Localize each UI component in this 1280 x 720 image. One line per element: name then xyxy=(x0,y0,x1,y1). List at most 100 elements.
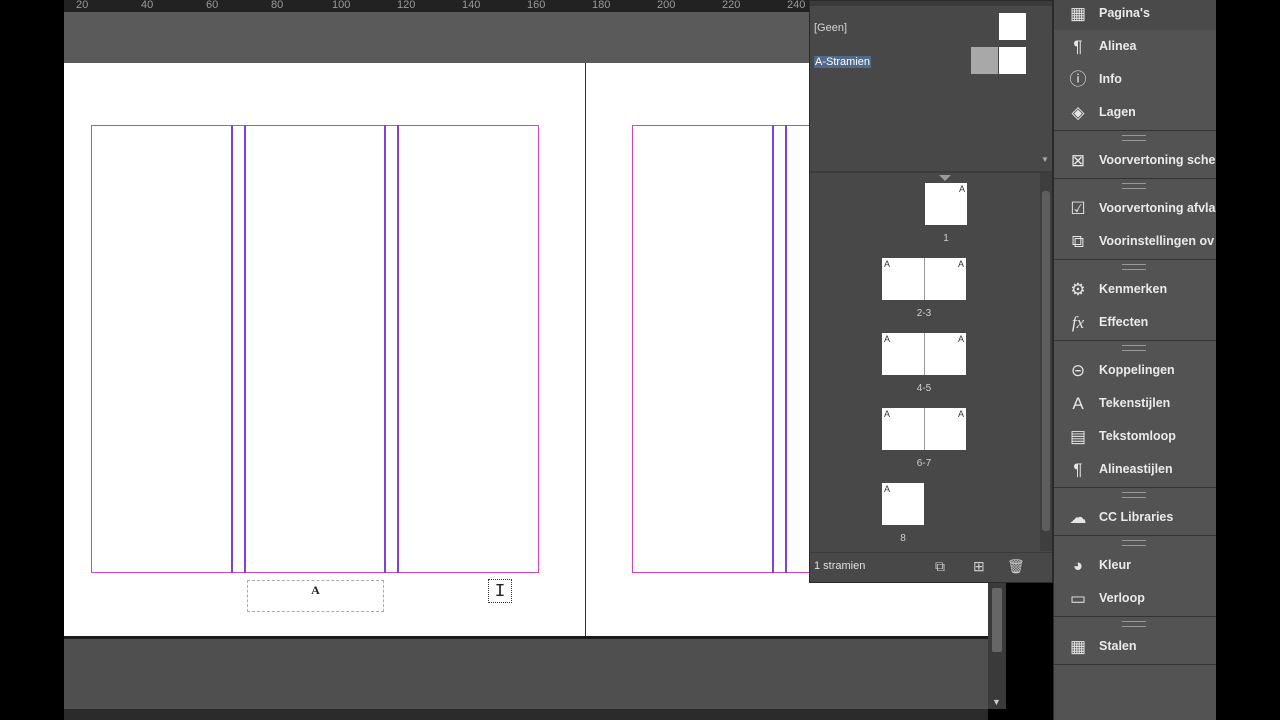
master-marker: A xyxy=(884,484,891,494)
dock-item-label: Verloop xyxy=(1099,591,1145,605)
text-wrap-icon: ▤ xyxy=(1069,427,1087,446)
scroll-down-icon[interactable]: ▼ xyxy=(992,697,1001,707)
page-number-frame[interactable]: A xyxy=(247,580,384,612)
master-marker: A xyxy=(884,409,891,419)
dock-item-character-styles[interactable]: A Tekenstijlen xyxy=(1054,388,1217,420)
dock-item-info[interactable]: ⓘ Info xyxy=(1054,64,1217,96)
dock-item-label: Effecten xyxy=(1099,315,1149,329)
dock-item-label: Info xyxy=(1099,72,1122,86)
page-thumbnail[interactable]: A xyxy=(925,183,967,225)
pages-scrollbar[interactable] xyxy=(1040,173,1052,551)
dock-group-grip[interactable] xyxy=(1054,180,1217,190)
masters-scroll-down-icon[interactable]: ▼ xyxy=(1041,155,1049,164)
new-page-icon[interactable]: ⊞ xyxy=(973,558,985,575)
page-label: 1 xyxy=(943,233,949,244)
dock-group-grip[interactable] xyxy=(1054,618,1217,628)
masters-count: 1 stramien xyxy=(814,560,866,572)
dock-item-label: Voorinstellingen ov xyxy=(1099,234,1215,248)
dock-item-paragraph-styles[interactable]: ¶ Alineastijlen xyxy=(1054,454,1217,486)
gradient-icon: ▭ xyxy=(1069,589,1087,608)
panel-dock: ▦ Pagina's ¶ Alinea ⓘ Info ◈ Lagen ⊠ Voo… xyxy=(1053,0,1217,720)
ruler-tick: 100 xyxy=(332,0,351,11)
color-icon: ◕ xyxy=(1072,556,1084,575)
page-label: 2-3 xyxy=(916,308,932,319)
dock-item-pages[interactable]: ▦ Pagina's xyxy=(1054,0,1217,30)
ruler-tick: 140 xyxy=(462,0,481,11)
dock-group-grip[interactable] xyxy=(1054,261,1217,271)
master-label: A-Stramien xyxy=(814,56,872,68)
master-marker: A xyxy=(958,184,965,194)
ruler-tick: 40 xyxy=(141,0,154,11)
spread-thumbnail[interactable]: A A xyxy=(882,258,966,300)
ruler-tick: 200 xyxy=(657,0,676,11)
edit-page-size-icon[interactable]: ⧉ xyxy=(935,558,945,575)
spread-thumbnail[interactable]: A A xyxy=(882,408,966,450)
dock-item-label: Tekenstijlen xyxy=(1099,396,1171,410)
dock-item-cc-libraries[interactable]: ☁ CC Libraries xyxy=(1054,502,1217,534)
master-item-none[interactable]: [Geen] xyxy=(810,13,1040,43)
master-thumbnail-left[interactable] xyxy=(971,47,998,74)
dock-group-grip[interactable] xyxy=(1054,489,1217,499)
dock-item-label: Voorvertoning afvla xyxy=(1099,201,1216,215)
delete-page-icon[interactable]: 🗑 xyxy=(1007,558,1025,575)
master-marker: A xyxy=(957,259,964,269)
ruler-tick: 20 xyxy=(76,0,89,11)
left-page-margin-guides xyxy=(91,125,539,573)
page-thumbnail[interactable]: A xyxy=(882,483,924,525)
master-thumbnail[interactable] xyxy=(999,13,1026,40)
master-label: [Geen] xyxy=(814,22,848,34)
links-icon: ⊝ xyxy=(1070,361,1086,380)
attributes-icon: ⚙ xyxy=(1070,280,1086,299)
dock-item-text-wrap[interactable]: ▤ Tekstomloop xyxy=(1054,421,1217,453)
pages-panel-footer: 1 stramien ⧉ ⊞ 🗑 xyxy=(810,552,1052,579)
dock-item-links[interactable]: ⊝ Koppelingen xyxy=(1054,355,1217,387)
dock-item-attributes[interactable]: ⚙ Kenmerken xyxy=(1054,274,1217,306)
effects-icon: fx xyxy=(1071,313,1085,332)
character-styles-icon: A xyxy=(1072,394,1084,413)
ruler-tick: 240 xyxy=(787,0,806,11)
scroll-thumb[interactable] xyxy=(1042,191,1050,531)
spread-thumbnail[interactable]: A A xyxy=(882,333,966,375)
dock-item-color[interactable]: ◕ Kleur xyxy=(1054,550,1217,582)
column-guide xyxy=(244,125,246,573)
spread-spine xyxy=(585,63,586,636)
column-guide xyxy=(231,125,233,573)
page-label: 4-5 xyxy=(916,383,932,394)
dock-item-effects[interactable]: fx Effecten xyxy=(1054,307,1217,339)
pages-panel: [Geen] A-Stramien ▼ A 1 A A 2-3 A A 4-5 … xyxy=(809,0,1053,583)
panel-divider[interactable] xyxy=(810,171,1052,173)
dock-item-swatches[interactable]: ▦ Stalen xyxy=(1054,631,1217,663)
paragraph-icon: ¶ xyxy=(1073,37,1083,56)
dock-item-separations-preview[interactable]: ⊠ Voorvertoning sche xyxy=(1054,145,1217,177)
dock-item-paragraph[interactable]: ¶ Alinea xyxy=(1054,31,1217,63)
dock-item-label: Lagen xyxy=(1099,105,1136,119)
dock-item-gradient[interactable]: ▭ Verloop xyxy=(1054,583,1217,615)
master-marker: A xyxy=(957,409,964,419)
master-marker: A xyxy=(957,334,964,344)
column-guide xyxy=(785,125,787,573)
dock-item-label: Stalen xyxy=(1099,639,1137,653)
panel-tab-strip[interactable] xyxy=(810,1,1052,6)
dock-item-label: Voorvertoning sche xyxy=(1099,153,1216,167)
dock-group-grip[interactable] xyxy=(1054,132,1217,142)
column-guide xyxy=(772,125,774,573)
cc-libraries-icon: ☁ xyxy=(1069,508,1087,527)
master-item-a[interactable]: A-Stramien xyxy=(810,47,1040,77)
dock-group-grip[interactable] xyxy=(1054,342,1217,352)
vertical-scrollbar[interactable]: ▼ xyxy=(988,582,1006,709)
dock-group-grip[interactable] xyxy=(1054,537,1217,547)
master-thumbnail-right[interactable] xyxy=(999,47,1026,74)
dock-item-label: Alinea xyxy=(1099,39,1137,53)
ruler-tick: 220 xyxy=(722,0,741,11)
dock-item-label: Alineastijlen xyxy=(1099,462,1173,476)
info-icon: ⓘ xyxy=(1069,70,1087,89)
pasteboard-bottom xyxy=(64,639,988,709)
presets-icon: ⧉ xyxy=(1071,232,1085,251)
column-guide xyxy=(397,125,399,573)
horizontal-ruler[interactable]: 20 40 60 80 100 120 140 160 180 200 220 … xyxy=(64,0,810,12)
dock-item-layers[interactable]: ◈ Lagen xyxy=(1054,97,1217,129)
separations-preview-icon: ⊠ xyxy=(1070,151,1086,170)
dock-item-flattener-preview[interactable]: ☑ Voorvertoning afvla xyxy=(1054,193,1217,225)
scroll-thumb[interactable] xyxy=(992,588,1002,652)
dock-item-presets[interactable]: ⧉ Voorinstellingen ov xyxy=(1054,226,1217,258)
